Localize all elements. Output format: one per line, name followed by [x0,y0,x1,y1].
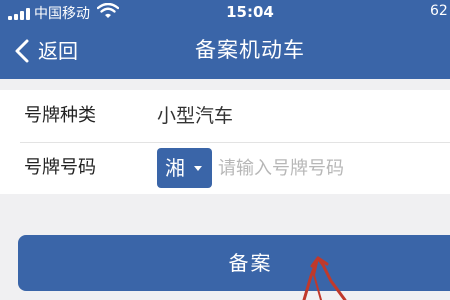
plate-type-row[interactable]: 号牌种类 小型汽车 [0,90,450,142]
plate-number-row: 号牌号码 湘 [0,142,450,194]
nav-bar: 返回 备案机动车 [0,26,450,76]
submit-label: 备案 [228,251,273,275]
province-select[interactable]: 湘 [157,148,212,188]
app-header: 中国移动 15:04 62 返回 备案机动车 [0,0,450,79]
submit-button[interactable]: 备案 [18,235,450,291]
plate-number-input[interactable] [218,148,443,188]
province-value: 湘 [165,156,185,180]
plate-type-value[interactable]: 小型汽车 [157,90,233,142]
plate-number-label: 号牌号码 [24,157,96,178]
battery-level: 62 [430,3,448,19]
status-time: 15:04 [226,3,274,21]
plate-type-label: 号牌种类 [24,105,96,126]
caret-down-icon [194,166,202,171]
vehicle-form: 号牌种类 小型汽车 号牌号码 湘 [0,90,450,194]
page-title: 备案机动车 [195,38,305,62]
status-bar: 中国移动 15:04 62 [0,0,450,26]
